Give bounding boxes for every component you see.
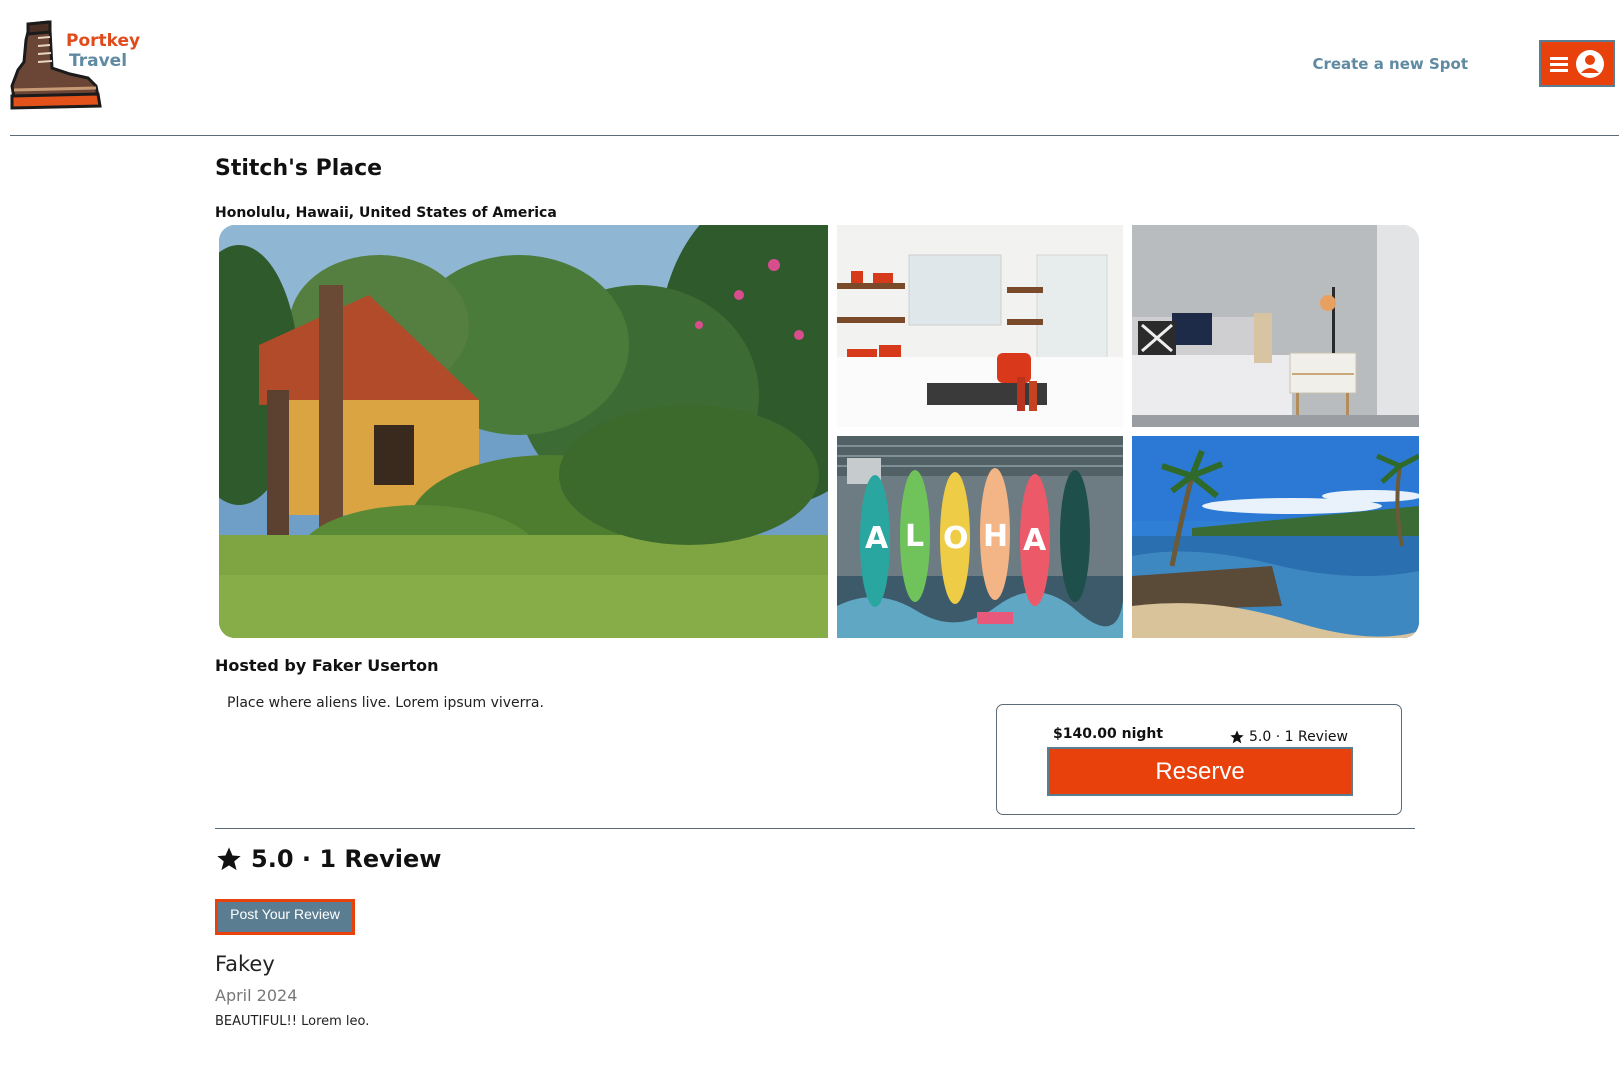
kitchen-photo[interactable] — [837, 225, 1123, 427]
svg-text:O: O — [943, 521, 969, 556]
price-per-night: $140.00 night — [1053, 726, 1164, 742]
hamburger-icon — [1550, 56, 1568, 72]
user-avatar-icon — [1576, 49, 1604, 78]
profile-menu-button[interactable] — [1539, 40, 1615, 87]
logo-wordmark: Portkey Travel — [66, 31, 140, 71]
header-divider — [10, 135, 1619, 136]
review-author: Fakey — [215, 952, 275, 976]
aloha-surfboards-photo[interactable]: ALO HA — [837, 436, 1123, 638]
svg-text:H: H — [983, 519, 1008, 554]
site-header: Portkey Travel Create a new Spot — [0, 0, 1624, 137]
review-date: April 2024 — [215, 986, 298, 1005]
bedroom-photo[interactable] — [1132, 225, 1419, 427]
booking-card: $140.00 night 5.0 · 1 Review Reserve — [996, 704, 1402, 815]
reviews-summary-text: 5.0 · 1 Review — [251, 845, 442, 873]
reviews-divider — [215, 828, 1415, 829]
create-spot-link[interactable]: Create a new Spot — [1312, 55, 1468, 73]
site-logo[interactable]: Portkey Travel — [10, 20, 140, 115]
card-rating: 5.0 · 1 Review — [1229, 729, 1348, 745]
card-rating-text: 5.0 · 1 Review — [1249, 729, 1348, 745]
post-review-button[interactable]: Post Your Review — [215, 899, 355, 935]
svg-text:L: L — [905, 519, 924, 554]
reviews-summary: 5.0 · 1 Review — [215, 845, 441, 873]
svg-text:A: A — [1023, 523, 1047, 558]
host-line: Hosted by Faker Userton — [215, 656, 439, 675]
reserve-button[interactable]: Reserve — [1047, 747, 1353, 796]
review-text: BEAUTIFUL!! Lorem leo. — [215, 1014, 370, 1029]
beach-photo[interactable] — [1132, 436, 1419, 638]
spot-description: Place where aliens live. Lorem ipsum viv… — [227, 695, 544, 711]
house-garden-photo[interactable] — [219, 225, 828, 638]
svg-text:A: A — [865, 521, 889, 556]
spot-location: Honolulu, Hawaii, United States of Ameri… — [215, 205, 557, 221]
spot-title: Stitch's Place — [215, 156, 383, 181]
star-icon — [1230, 730, 1244, 744]
logo-line-2: Travel — [69, 51, 128, 71]
star-icon — [217, 847, 241, 871]
logo-line-1: Portkey — [66, 31, 141, 51]
